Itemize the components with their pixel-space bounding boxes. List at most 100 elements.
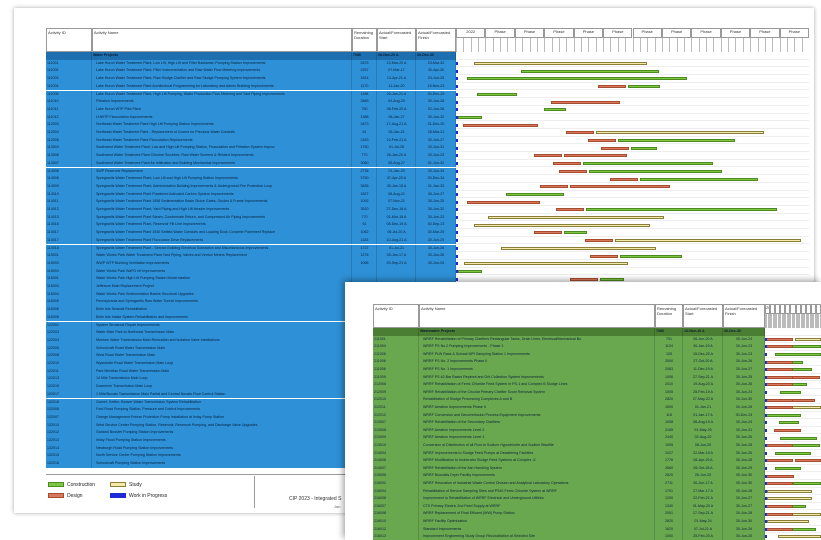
table-row[interactable]: 216013 Improvement Engineering Study Grou…	[373, 533, 821, 540]
table-row[interactable]: 115003 WWP WTP Building Ventilation Impro…	[46, 259, 809, 268]
col-activity-id[interactable]: Activity ID	[373, 304, 419, 328]
table-row[interactable]: 115004 Water Works Park WaFO ref Improvem…	[46, 267, 809, 276]
table-row[interactable]: 111010 Filtration Improvements 2889 04-Aug-…	[46, 98, 809, 106]
table-row[interactable]: 113004 Southwest Water Treatment Plant, L…	[46, 144, 809, 153]
table-row[interactable]: 111002 Lake Huron Water Treatment Plant, …	[46, 67, 809, 76]
table-row[interactable]: 112004 Northeast Water Treatment Plant - …	[46, 129, 809, 137]
study-bar	[766, 497, 812, 501]
timeline-tick	[801, 38, 809, 52]
table-row[interactable]: 111011 Lake Huron WTP Pilot Plant 750 08-Fe…	[46, 105, 809, 114]
study-bar	[789, 512, 821, 516]
cell-id	[46, 52, 92, 60]
table-row[interactable]: 216004 Rehabilitation of Service Sampling…	[373, 487, 821, 496]
cell-finish: 30-Jun-29	[723, 464, 765, 473]
table-row[interactable]: 111001 Lake Huron Water Treatment Plant, …	[46, 59, 809, 68]
table-row[interactable]: 213010 Conversion of Disinfection of all …	[373, 442, 821, 450]
table-row[interactable]: 211009 WRRF PS #2 Bar Racks Replmnt and G…	[373, 373, 821, 382]
table-row[interactable]: 216002 WRRF Relocation of Industrial Wast…	[373, 480, 821, 488]
progress-marker	[456, 100, 458, 104]
table-row[interactable]: 212011 WRRF Aeration Improvements Phase I…	[373, 404, 821, 412]
table-row[interactable]: 216006 Improvement to Rehabilitation of W…	[373, 495, 821, 503]
timeline-tick	[566, 38, 573, 52]
table-row[interactable]: 111012 LHWTP Flocculation Improvements 138…	[46, 113, 809, 122]
col-duration[interactable]: Remaining Duration	[352, 28, 377, 52]
cell-id: 116006	[46, 306, 92, 314]
design-bar	[598, 85, 627, 89]
cell-duration: 1006	[655, 373, 683, 382]
table-row[interactable]: 214006 WRRF Modification to Incinerator S…	[373, 457, 821, 465]
table-row[interactable]: 213009 WRRF Aeration Improvements Level 1…	[373, 434, 821, 442]
col-finish[interactable]: Actual/Forecasted Finish	[723, 304, 765, 328]
cell-duration: 2820	[655, 472, 683, 480]
table-row[interactable]: 114017 Springwells Water Treatment Plant …	[46, 229, 809, 237]
table-row[interactable]: 114017 Springwells Water Treatment Plant …	[46, 236, 809, 245]
table-row[interactable]: 216012 Standard Improvements 1620 07-Jul-21…	[373, 525, 821, 534]
table-row[interactable]: 114011 Springwells Water Treatment Plant …	[46, 198, 809, 206]
col-start[interactable]: Actual/Forecasted Start	[683, 304, 723, 328]
table-row[interactable]: 114012 Springwells Water Treatment Plant,…	[46, 206, 809, 214]
cell-start: 01-Jul-21	[377, 244, 416, 253]
cell-id: 111002	[46, 67, 92, 76]
timeline-cell	[765, 343, 821, 351]
table-row[interactable]: 212012 WRRF Conversion and Decommission P…	[373, 411, 821, 420]
cell-id: 214006	[373, 457, 419, 465]
progress-marker	[456, 115, 458, 119]
group-row[interactable]: Wastewater Projects 7086 13-Nov-16 A 30-Dec…	[373, 328, 821, 336]
construction-bar	[793, 482, 821, 486]
table-row[interactable]: 111005 Lake Huron Water Treatment Plant, …	[46, 90, 809, 99]
timeline-cell	[765, 388, 821, 397]
col-activity-id[interactable]: Activity ID	[46, 28, 92, 52]
table-row[interactable]: 113006 Southwest Water Treatment Plant Ch…	[46, 152, 809, 160]
table-row[interactable]: 115001 Water Works Park Water Treatment P…	[46, 252, 809, 260]
table-row[interactable]: 211006 WRRF PS No. 2 Improvements Phase I…	[373, 358, 821, 366]
timeline-cell	[456, 182, 809, 191]
cell-name: West Road Water Transmission Main	[92, 352, 352, 360]
table-row[interactable]: 114008 Springwells Water Treatment Plant,…	[46, 175, 809, 183]
progress-marker	[456, 246, 458, 250]
cell-id: 111012	[46, 113, 92, 122]
table-row[interactable]: 112006 Northeast Water Treatment Plant Fl…	[46, 136, 809, 145]
table-row[interactable]: 211008 WRRF PS No. 1 Improvements 2083 11-D…	[373, 366, 821, 374]
table-row[interactable]: 216008 WRRF Replacement of Final Effluent…	[373, 510, 821, 518]
table-row[interactable]: 114009 Springwells Water Treatment Plant,…	[46, 182, 809, 191]
table-row[interactable]: 212010 Rehabilitation of Sludge Processin…	[373, 396, 821, 404]
progress-marker	[456, 231, 458, 235]
table-row[interactable]: 214007 WRRF Rehabilitation of the Ash Han…	[373, 464, 821, 473]
table-row[interactable]: 114006 SWP Reservoir Replacement 2736 01-Ja…	[46, 167, 809, 176]
cell-id: 122003	[46, 329, 92, 337]
table-row[interactable]: 114013 Springwells Water Treatment Plant …	[46, 213, 809, 222]
table-row[interactable]: 114018 Springwells Water Treatment Plant …	[46, 244, 809, 253]
col-duration[interactable]: Remaining Duration	[655, 304, 683, 328]
table-row[interactable]: 212009 WRRF Rehabilitation of the Circula…	[373, 388, 821, 397]
table-row[interactable]: 113007 Southwest Water Treatment Plant Ai…	[46, 159, 809, 168]
table-row[interactable]: 111003 Lake Huron Water Treatment Plant, …	[46, 75, 809, 83]
col-start[interactable]: Actual/Forecasted Start	[377, 28, 416, 52]
table-row[interactable]: 213008 WRRF Aeration Improvements Level 2…	[373, 426, 821, 435]
table-row[interactable]: 214004 WRRF Improvements to Sludge Feed P…	[373, 449, 821, 458]
table-row[interactable]: 216010 WRRF Facility Optimization 2820 01-M…	[373, 518, 821, 526]
col-activity-name[interactable]: Activity Name	[419, 304, 655, 328]
cell-finish: 30-Jun-23	[416, 213, 456, 222]
table-row[interactable]: 212006 WRRF Rehabilitation of Ferric Chlo…	[373, 381, 821, 389]
timeline-period: Phase	[779, 28, 809, 38]
table-row[interactable]: 215006 WRRF Biosolids Dryer Facility Impr…	[373, 472, 821, 480]
timeline-tick	[617, 38, 625, 52]
table-row[interactable]: 211001 WRRF Rehabilitation of Primary Cla…	[373, 335, 821, 344]
table-row[interactable]: 112003 Northeast Water Treatment Plant Hi…	[46, 121, 809, 129]
col-activity-name[interactable]: Activity Name	[92, 28, 352, 52]
table-row[interactable]: 114010 Springwells Water Treatment Plant …	[46, 190, 809, 199]
design-bar	[533, 154, 562, 158]
table-row[interactable]: 114016 Springwells Water Treatment Plant,…	[46, 221, 809, 230]
table-row[interactable]: 211005 WRRF PLW Rack & Schwal MPI Samplin…	[373, 350, 821, 359]
construction-bar	[543, 108, 566, 112]
cell-name: WRRF Rehabilitation of the Circular Prim…	[419, 388, 655, 397]
table-row[interactable]: 111004 Lake Huron Water Treatment Plant A…	[46, 82, 809, 91]
design-bar	[590, 254, 619, 258]
progress-marker	[765, 353, 767, 357]
table-row[interactable]: 213007 WRRF Rehabilitation of the Seconda…	[373, 419, 821, 427]
col-finish[interactable]: Actual/Forecasted Finish	[416, 28, 456, 52]
design-bar	[555, 208, 584, 212]
group-row[interactable]: Water Projects 7086 08-Nov-20 A 30-Dec-30	[46, 52, 809, 60]
table-row[interactable]: 211004 WRRF PS No.2 Pumping Improvements …	[373, 343, 821, 351]
table-row[interactable]: 216007 CTS Primary Electric 2nd Feed Supp…	[373, 502, 821, 511]
